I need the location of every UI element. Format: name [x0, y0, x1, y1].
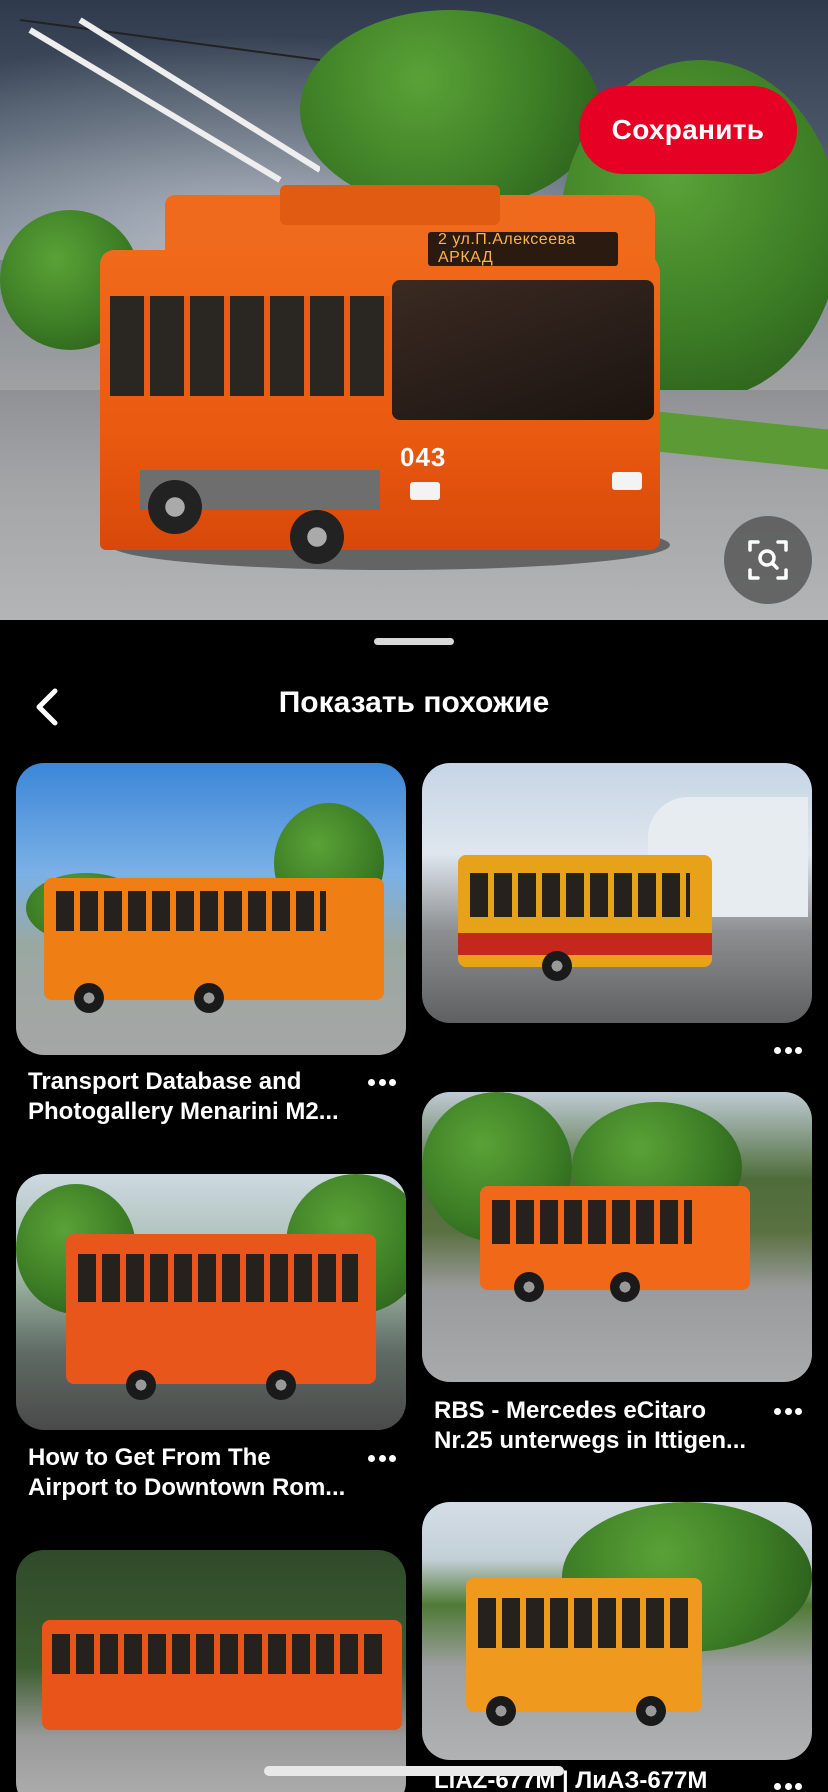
pin-image[interactable]	[16, 1174, 406, 1430]
pin-image[interactable]	[422, 763, 812, 1023]
pin-image[interactable]	[16, 763, 406, 1055]
destination-sign: 2 ул.П.Алексеева АРКАД	[428, 231, 618, 266]
pin-title-line: Transport Database and	[28, 1068, 302, 1095]
dot	[784, 1407, 792, 1415]
headlight	[410, 482, 440, 500]
bus-windows	[492, 1200, 692, 1244]
home-indicator	[264, 1766, 564, 1776]
pin-title-line: How to Get From The	[28, 1444, 271, 1471]
bus-windows	[470, 873, 690, 917]
save-button[interactable]: Сохранить	[579, 86, 797, 174]
wheel	[74, 983, 104, 1013]
dot	[378, 1078, 386, 1086]
more-options-button[interactable]	[768, 1774, 808, 1792]
dot	[795, 1046, 802, 1054]
visual-search-button[interactable]	[724, 516, 812, 604]
wheel	[148, 480, 202, 534]
dot	[368, 1454, 375, 1462]
headlight	[612, 472, 642, 490]
more-options-button[interactable]	[362, 1446, 402, 1470]
bus-windows	[78, 1254, 358, 1302]
pin-image[interactable]	[16, 1550, 406, 1792]
pin-title-line: Airport to Downtown Rom...	[28, 1474, 346, 1501]
wheel	[266, 1370, 296, 1400]
dot	[389, 1454, 396, 1462]
bus-side-windows	[110, 296, 390, 396]
tree	[300, 10, 600, 210]
more-options-button[interactable]	[362, 1070, 402, 1094]
dot	[784, 1782, 792, 1790]
pin-title-line: Photogallery Menarini M2...	[28, 1098, 339, 1125]
wheel	[126, 1370, 156, 1400]
dot	[774, 1046, 781, 1054]
wheel	[542, 951, 572, 981]
sheet-title: Показать похожие	[278, 686, 550, 719]
dot	[795, 1782, 802, 1790]
dot	[378, 1454, 386, 1462]
sheet-drag-handle[interactable]	[374, 638, 454, 645]
wheel	[514, 1272, 544, 1302]
pin-closeup-image[interactable]: 2 ул.П.Алексеева АРКАД 043 Сохранить	[0, 0, 828, 620]
pin-title[interactable]: RBS - Mercedes eCitaro Nr.25 unterwegs i…	[434, 1396, 764, 1456]
wheel	[636, 1696, 666, 1726]
bus-windows	[52, 1634, 382, 1674]
more-options-button[interactable]	[768, 1399, 808, 1423]
dot	[774, 1407, 781, 1415]
dot	[784, 1046, 792, 1054]
pin-title-line: Nr.25 unterwegs in Ittigen...	[434, 1427, 747, 1454]
wheel	[194, 983, 224, 1013]
wheel	[610, 1272, 640, 1302]
pin-title[interactable]: Transport Database and Photogallery Mena…	[28, 1067, 358, 1127]
more-options-button[interactable]	[768, 1038, 808, 1062]
wheel	[486, 1696, 516, 1726]
trolley-wires	[20, 17, 320, 183]
visual-search-icon	[748, 540, 788, 580]
bus-stripe	[458, 933, 712, 955]
dot	[774, 1782, 781, 1790]
dot	[368, 1078, 375, 1086]
fleet-number: 043	[400, 442, 447, 472]
wheel	[290, 510, 344, 564]
pin-image[interactable]	[422, 1502, 812, 1760]
dot	[389, 1078, 396, 1086]
bus-roof-equipment	[280, 185, 500, 225]
bus-windows	[56, 891, 326, 931]
bus-windows	[478, 1598, 688, 1648]
dot	[795, 1407, 802, 1415]
bus-windshield	[392, 280, 654, 420]
pin-title-line: RBS - Mercedes eCitaro	[434, 1397, 707, 1424]
pin-title[interactable]: How to Get From The Airport to Downtown …	[28, 1443, 358, 1503]
pin-image[interactable]	[422, 1092, 812, 1382]
